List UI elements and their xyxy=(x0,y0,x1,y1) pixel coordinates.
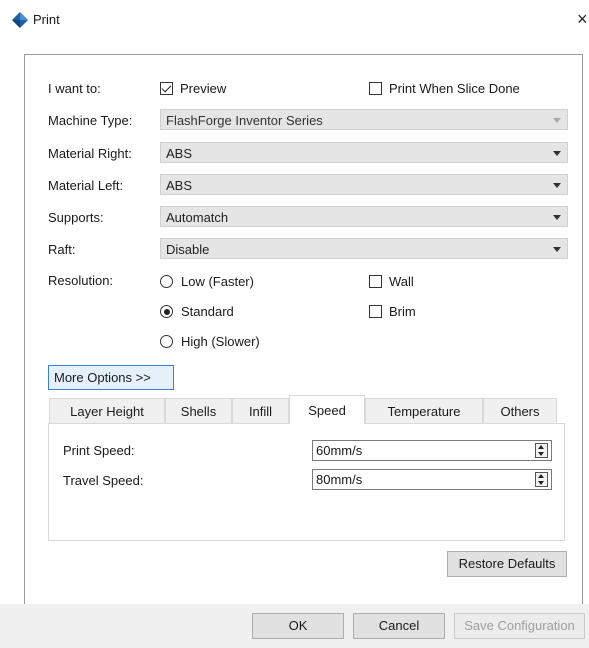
print-speed-value: 60mm/s xyxy=(316,443,363,458)
preview-checkbox[interactable] xyxy=(160,82,173,95)
material-left-label: Material Left: xyxy=(48,178,124,193)
wall-label: Wall xyxy=(389,274,414,289)
chevron-down-icon xyxy=(553,118,561,123)
i-want-to-label: I want to: xyxy=(48,81,101,96)
material-right-label: Material Right: xyxy=(48,146,132,161)
supports-value: Automatch xyxy=(166,210,229,225)
machine-type-select[interactable]: FlashForge Inventor Series xyxy=(160,109,568,130)
tab-speed[interactable]: Speed xyxy=(289,395,365,424)
restore-defaults-button[interactable]: Restore Defaults xyxy=(447,551,567,577)
machine-type-value: FlashForge Inventor Series xyxy=(166,113,323,128)
more-options-button[interactable]: More Options >> xyxy=(48,365,174,390)
resolution-standard-radio[interactable] xyxy=(160,305,173,318)
chevron-down-icon xyxy=(553,183,561,188)
preview-label: Preview xyxy=(180,81,227,96)
tab-layer-height[interactable]: Layer Height xyxy=(49,398,165,423)
material-left-value: ABS xyxy=(166,178,193,193)
spin-arrows-icon[interactable] xyxy=(535,443,548,458)
tab-temperature[interactable]: Temperature xyxy=(365,398,483,423)
ok-button[interactable]: OK xyxy=(252,613,344,639)
travel-speed-value: 80mm/s xyxy=(316,472,363,487)
raft-label: Raft: xyxy=(48,242,76,257)
raft-select[interactable]: Disable xyxy=(160,238,568,259)
more-options-label: More Options >> xyxy=(54,370,151,385)
tab-infill[interactable]: Infill xyxy=(232,398,289,423)
resolution-high-radio[interactable] xyxy=(160,335,173,348)
material-right-select[interactable]: ABS xyxy=(160,142,568,163)
resolution-label: Resolution: xyxy=(48,273,114,288)
chevron-down-icon xyxy=(553,247,561,252)
chevron-down-icon xyxy=(553,151,561,156)
material-right-value: ABS xyxy=(166,146,193,161)
print-speed-label: Print Speed: xyxy=(63,443,135,458)
chevron-down-icon xyxy=(553,215,561,220)
machine-type-label: Machine Type: xyxy=(48,113,133,128)
print-speed-spinbox[interactable]: 60mm/s xyxy=(312,440,552,461)
raft-value: Disable xyxy=(166,242,210,257)
wall-checkbox[interactable] xyxy=(369,275,382,288)
flashforge-app-icon xyxy=(12,12,28,28)
print-when-slice-done-label: Print When Slice Done xyxy=(389,81,520,96)
tab-shells[interactable]: Shells xyxy=(165,398,232,423)
tab-others[interactable]: Others xyxy=(483,398,557,423)
supports-select[interactable]: Automatch xyxy=(160,206,568,227)
close-icon[interactable]: × xyxy=(577,9,588,30)
supports-label: Supports: xyxy=(48,210,104,225)
resolution-standard-label: Standard xyxy=(181,304,234,319)
brim-label: Brim xyxy=(389,304,416,319)
resolution-high-label: High (Slower) xyxy=(181,334,260,349)
save-configuration-button: Save Configuration xyxy=(454,613,585,639)
window-title: Print xyxy=(33,12,60,27)
travel-speed-label: Travel Speed: xyxy=(63,473,144,488)
travel-speed-spinbox[interactable]: 80mm/s xyxy=(312,469,552,490)
resolution-low-label: Low (Faster) xyxy=(181,274,254,289)
resolution-low-radio[interactable] xyxy=(160,275,173,288)
brim-checkbox[interactable] xyxy=(369,305,382,318)
material-left-select[interactable]: ABS xyxy=(160,174,568,195)
cancel-button[interactable]: Cancel xyxy=(353,613,445,639)
print-when-slice-done-checkbox[interactable] xyxy=(369,82,382,95)
title-bar: Print × xyxy=(0,0,589,40)
spin-arrows-icon[interactable] xyxy=(535,472,548,487)
